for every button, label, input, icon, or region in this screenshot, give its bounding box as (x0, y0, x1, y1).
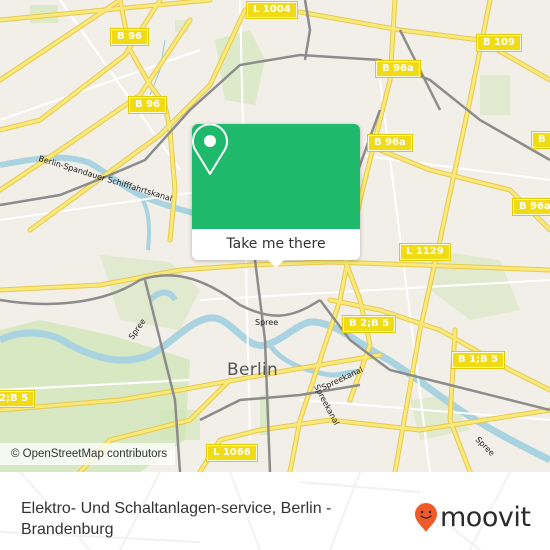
take-me-there-button[interactable]: Take me there (192, 229, 360, 260)
popup-pointer (268, 260, 284, 268)
moovit-pin-icon (415, 503, 437, 532)
road-label: B 2;B 5 (0, 390, 36, 408)
road-label: B 109 (476, 34, 522, 52)
map-attribution[interactable]: © OpenStreetMap contributors (0, 443, 176, 465)
road-label: B 2;B 5 (341, 315, 397, 333)
road-label: L 1129 (399, 243, 451, 261)
map-view[interactable]: L 1004 B 109 B 96 B 96a B 96 B 96a B 2 B… (0, 0, 550, 472)
road-label: B 96 (109, 28, 150, 46)
road-label: B 96a (367, 134, 413, 152)
road-label: L 1004 (246, 1, 298, 19)
road-label: B 96 (127, 96, 168, 114)
road-label: B 96a (512, 198, 550, 216)
popup-header (192, 124, 360, 229)
road-label: B 96a (375, 60, 421, 78)
water-label: Spree (255, 318, 279, 327)
place-title: Elektro- Und Schaltanlagen-service, Berl… (21, 500, 332, 538)
road-label: B 2 (530, 131, 550, 149)
moovit-wordmark: moovit (440, 502, 531, 533)
footer: Elektro- Und Schaltanlagen-service, Berl… (0, 472, 550, 550)
city-label: Berlin (227, 360, 279, 380)
moovit-logo[interactable]: moovit (414, 502, 531, 533)
road-label: B 1;B 5 (450, 351, 506, 369)
road-label: L 1066 (206, 444, 258, 462)
map-pin-icon (192, 124, 228, 175)
location-popup: Take me there (192, 124, 360, 268)
